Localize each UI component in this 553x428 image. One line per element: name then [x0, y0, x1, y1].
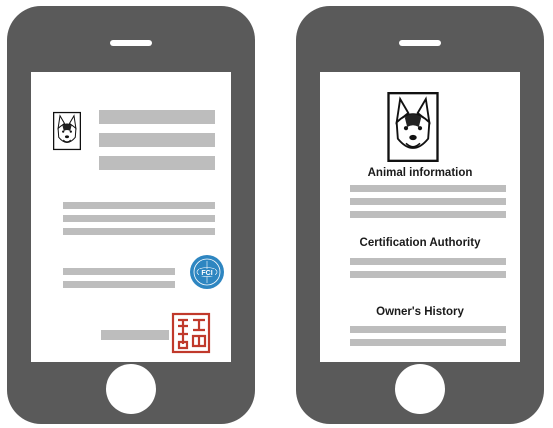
section-title-owners-history: Owner's History — [376, 306, 464, 318]
placeholder-line — [101, 330, 169, 340]
section-title-certification-authority: Certification Authority — [359, 237, 481, 249]
placeholder-line — [350, 271, 506, 278]
placeholder-line — [63, 268, 175, 275]
placeholder-line — [99, 110, 215, 124]
placeholder-line — [99, 156, 215, 170]
placeholder-line — [350, 258, 506, 265]
placeholder-line — [350, 339, 506, 346]
placeholder-line — [63, 281, 175, 288]
fci-seal-icon: FCI — [190, 255, 224, 289]
certificate-screen: FCI — [31, 72, 231, 362]
placeholder-line — [350, 326, 506, 333]
placeholder-line — [63, 215, 215, 222]
speaker-slot — [110, 40, 152, 46]
placeholder-line — [350, 211, 506, 218]
placeholder-line — [63, 202, 215, 209]
phone-left: FCI — [7, 6, 255, 424]
red-seal-stamp-icon — [171, 312, 211, 354]
section-title-animal-information: Animal information — [367, 167, 473, 179]
placeholder-line — [99, 133, 215, 147]
home-button — [106, 364, 156, 414]
home-button — [395, 364, 445, 414]
placeholder-line — [63, 228, 215, 235]
husky-photo-icon — [53, 111, 81, 151]
speaker-slot — [399, 40, 441, 46]
phone-right: Animal information Certification Authori… — [296, 6, 544, 424]
fci-seal-label: FCI — [201, 270, 212, 277]
record-screen: Animal information Certification Authori… — [320, 72, 520, 362]
placeholder-line — [350, 198, 506, 205]
placeholder-line — [350, 185, 506, 192]
husky-photo-icon — [387, 92, 439, 162]
